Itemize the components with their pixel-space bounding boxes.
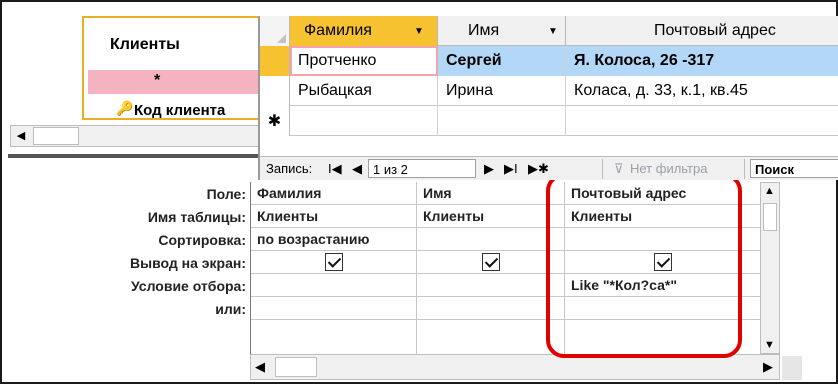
grid-cell-or[interactable] bbox=[251, 297, 417, 320]
grid-cell-criteria[interactable] bbox=[251, 274, 417, 297]
row-label-field: Поле: bbox=[206, 186, 246, 202]
nav-separator bbox=[744, 159, 745, 179]
record-label: Запись: bbox=[266, 161, 313, 176]
record-navigation-bar: Запись: I◀ ◀ 1 из 2 ▶ ▶I ▶✱ ⊽ Нет фильтр… bbox=[260, 156, 838, 180]
column-header-surname[interactable]: Фамилия ▼ bbox=[290, 16, 438, 46]
query-result-datasheet: Фамилия ▼ Имя ▼ Почтовый адрес Протченко… bbox=[258, 16, 838, 180]
datasheet-cell[interactable]: Я. Колоса, 26 -317 bbox=[566, 46, 838, 76]
grid-cell-sort[interactable]: по возрастанию bbox=[251, 228, 417, 251]
grid-cell-table[interactable]: Клиенты bbox=[417, 205, 565, 228]
row-label-show: Вывод на экран: bbox=[130, 255, 246, 271]
table-row[interactable]: Протченко Сергей Я. Колоса, 26 -317 bbox=[260, 46, 838, 76]
search-input[interactable]: Поиск bbox=[750, 159, 838, 178]
primary-key-icon: 🔑 bbox=[116, 100, 134, 116]
scrollbar-thumb[interactable] bbox=[763, 203, 777, 231]
record-number-input[interactable]: 1 из 2 bbox=[368, 159, 476, 178]
select-all-corner[interactable] bbox=[260, 16, 290, 46]
next-record-icon[interactable]: ▶ bbox=[484, 161, 494, 177]
datasheet-cell[interactable]: Рыбацкая bbox=[290, 76, 438, 106]
column-dropdown-icon[interactable]: ▼ bbox=[548, 26, 558, 37]
new-record-row[interactable]: ✱ bbox=[260, 106, 838, 136]
grid-cell-or[interactable] bbox=[417, 297, 565, 320]
grid-cell-field[interactable]: Фамилия bbox=[251, 182, 417, 205]
row-label-sort: Сортировка: bbox=[158, 232, 246, 248]
grid-cell-empty[interactable] bbox=[417, 320, 565, 354]
show-checkbox[interactable] bbox=[324, 253, 343, 271]
scrollbar-thumb[interactable] bbox=[33, 127, 79, 145]
first-record-icon[interactable]: I◀ bbox=[328, 161, 342, 177]
datasheet-cell[interactable] bbox=[438, 106, 566, 136]
datasheet-cell[interactable]: Протченко bbox=[290, 46, 438, 76]
pane-splitter[interactable] bbox=[8, 154, 268, 158]
prev-record-icon[interactable]: ◀ bbox=[352, 161, 362, 177]
row-selector[interactable] bbox=[260, 46, 290, 76]
last-record-icon[interactable]: ▶I bbox=[504, 161, 518, 177]
column-header-name[interactable]: Имя ▼ bbox=[438, 16, 566, 46]
scroll-up-icon[interactable]: ▲ bbox=[764, 185, 775, 197]
table-box-title: Клиенты bbox=[110, 36, 180, 53]
show-checkbox[interactable] bbox=[481, 253, 500, 271]
nav-separator bbox=[602, 159, 603, 179]
row-label-table: Имя таблицы: bbox=[147, 209, 246, 225]
column-header-label: Фамилия bbox=[304, 22, 372, 39]
filter-status-button[interactable]: Нет фильтра bbox=[630, 161, 707, 176]
design-pane-horizontal-scrollbar[interactable]: ◀ bbox=[10, 125, 268, 147]
grid-cell-sort[interactable] bbox=[417, 228, 565, 251]
row-selector[interactable] bbox=[260, 76, 290, 106]
column-dropdown-icon[interactable]: ▼ bbox=[414, 26, 424, 37]
column-header-label: Почтовый адрес bbox=[654, 22, 776, 39]
datasheet-cell[interactable]: Сергей bbox=[438, 46, 566, 76]
grid-cell-criteria[interactable] bbox=[417, 274, 565, 297]
row-label-criteria: Условие отбора: bbox=[130, 278, 246, 294]
scroll-left-icon[interactable]: ◀ bbox=[13, 128, 29, 144]
column-header-address[interactable]: Почтовый адрес bbox=[566, 16, 838, 46]
annotation-highlight-frame bbox=[546, 173, 742, 358]
datasheet-cell[interactable] bbox=[290, 106, 438, 136]
filter-icon: ⊽ bbox=[614, 161, 624, 176]
grid-cell-empty[interactable] bbox=[251, 320, 417, 354]
scrollbar-thumb[interactable] bbox=[275, 357, 317, 377]
datasheet-cell[interactable] bbox=[566, 106, 838, 136]
grid-cell-table[interactable]: Клиенты bbox=[251, 205, 417, 228]
scroll-left-icon[interactable]: ◀ bbox=[255, 359, 265, 375]
scroll-down-icon[interactable]: ▼ bbox=[764, 339, 775, 351]
table-row[interactable]: Рыбацкая Ирина Коласа, д. 33, к.1, кв.45 bbox=[260, 76, 838, 106]
grid-cell-field[interactable]: Имя bbox=[417, 182, 565, 205]
datasheet-header-row: Фамилия ▼ Имя ▼ Почтовый адрес bbox=[260, 16, 838, 46]
datasheet-cell[interactable]: Ирина bbox=[438, 76, 566, 106]
grid-cell-show bbox=[251, 251, 417, 274]
column-header-label: Имя bbox=[468, 22, 500, 39]
new-record-nav-icon[interactable]: ▶✱ bbox=[528, 161, 549, 177]
new-record-icon[interactable]: ✱ bbox=[260, 106, 290, 136]
grid-cell-show bbox=[417, 251, 565, 274]
field-item-label: Код клиента bbox=[134, 102, 226, 119]
datasheet-cell[interactable]: Коласа, д. 33, к.1, кв.45 bbox=[566, 76, 838, 106]
row-label-or: или: bbox=[215, 301, 246, 317]
size-grip[interactable] bbox=[782, 356, 802, 380]
grid-vertical-scrollbar[interactable]: ▲ ▼ bbox=[760, 182, 780, 354]
scroll-right-icon[interactable]: ▶ bbox=[763, 359, 773, 375]
